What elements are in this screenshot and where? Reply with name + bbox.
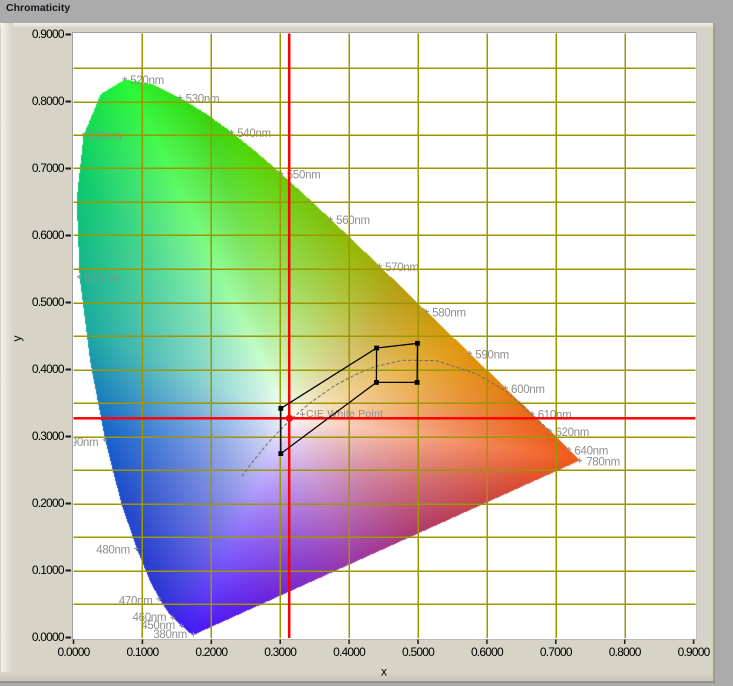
svg-text:0.4000: 0.4000 — [32, 362, 65, 376]
svg-text:CIE White Point: CIE White Point — [306, 408, 383, 420]
svg-text:0.3000: 0.3000 — [32, 429, 65, 443]
svg-text:0.0000: 0.0000 — [58, 645, 91, 659]
svg-text:0.6000: 0.6000 — [471, 645, 504, 659]
svg-text:0.7000: 0.7000 — [32, 161, 65, 175]
svg-text:0.7000: 0.7000 — [540, 645, 573, 659]
svg-text:0.9000: 0.9000 — [678, 645, 711, 659]
svg-text:590nm: 590nm — [475, 349, 509, 361]
svg-text:530nm: 530nm — [186, 94, 220, 106]
svg-text:520nm: 520nm — [130, 75, 164, 87]
svg-text:470nm: 470nm — [119, 596, 153, 608]
svg-text:380nm: 380nm — [153, 629, 187, 641]
svg-text:x: x — [381, 665, 387, 679]
svg-text:0.2000: 0.2000 — [195, 645, 228, 659]
svg-text:640nm: 640nm — [574, 445, 608, 457]
svg-text:0.5000: 0.5000 — [402, 645, 435, 659]
svg-text:510nm: 510nm — [88, 130, 122, 142]
svg-text:0.1000: 0.1000 — [126, 645, 159, 659]
svg-text:0.1000: 0.1000 — [32, 563, 65, 577]
svg-text:780nm: 780nm — [586, 457, 620, 469]
svg-text:560nm: 560nm — [336, 215, 370, 227]
svg-text:580nm: 580nm — [432, 308, 466, 320]
svg-text:480nm: 480nm — [96, 545, 130, 557]
svg-text:570nm: 570nm — [385, 262, 419, 274]
svg-text:610nm: 610nm — [538, 410, 572, 422]
svg-text:0.8000: 0.8000 — [32, 94, 65, 108]
svg-text:0.4000: 0.4000 — [333, 645, 366, 659]
svg-text:y: y — [10, 336, 24, 342]
svg-text:0.2000: 0.2000 — [32, 496, 65, 510]
svg-text:0.5000: 0.5000 — [32, 295, 65, 309]
svg-text:0.9000: 0.9000 — [32, 27, 65, 41]
svg-text:540nm: 540nm — [237, 128, 271, 140]
svg-text:500nm: 500nm — [84, 273, 118, 285]
svg-text:600nm: 600nm — [511, 384, 545, 396]
svg-text:550nm: 550nm — [287, 170, 321, 182]
svg-text:0.6000: 0.6000 — [32, 228, 65, 242]
svg-text:490nm: 490nm — [65, 437, 99, 449]
svg-text:0.8000: 0.8000 — [609, 645, 642, 659]
svg-text:0.0000: 0.0000 — [32, 630, 65, 644]
svg-text:0.3000: 0.3000 — [264, 645, 297, 659]
